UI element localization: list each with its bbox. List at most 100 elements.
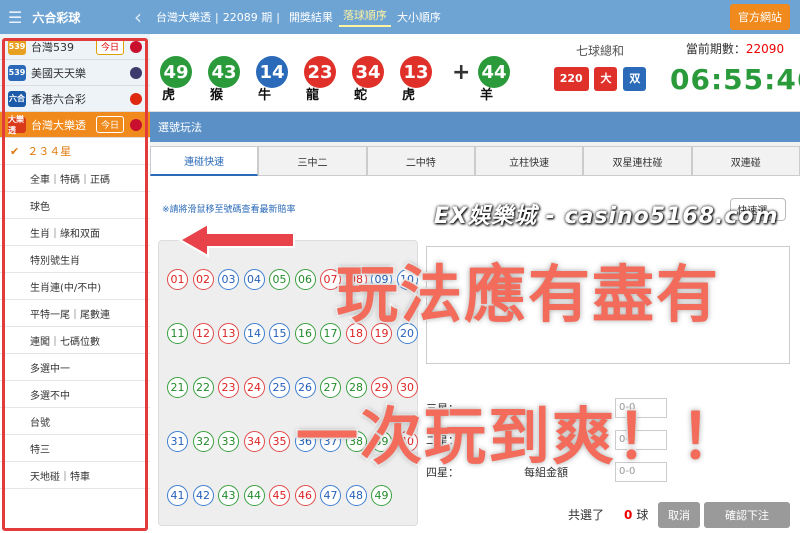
lottery-item[interactable]: 539 美國天天樂: [0, 60, 150, 86]
even-badge: 双: [623, 67, 647, 91]
tab-draw-results[interactable]: 開獎結果: [285, 9, 337, 25]
draw-results: 49 虎 43 猴 14 牛 23 龍 34 蛇 13 虎 44 羊 + 七球總和 220 大 双 當前期…: [150, 34, 800, 112]
sub-item[interactable]: 全車｜特碼｜正碼: [0, 165, 150, 192]
play-tab[interactable]: 双星連柱碰: [583, 146, 692, 176]
menu-icon[interactable]: ☰: [8, 8, 22, 27]
play-tabs: 連碰快速 三中二 二中特 立柱快速 双星連柱碰 双連碰: [150, 146, 800, 176]
countdown-clock: 06:55:46: [670, 63, 800, 96]
flag-icon: [130, 40, 142, 53]
play-mode-label: 選號玩法: [158, 121, 202, 134]
today-badge: 今日: [95, 38, 124, 55]
lottery-logo-icon: 大樂透: [8, 114, 26, 135]
number-ball[interactable]: 04: [243, 269, 265, 290]
lottery-item[interactable]: 539 台灣539 今日: [0, 34, 150, 60]
confirm-bet-button[interactable]: 確認下注: [704, 502, 790, 528]
tab-size-order[interactable]: 大小順序: [393, 9, 445, 25]
sub-item[interactable]: 平特一尾｜尾數連: [0, 300, 150, 327]
number-ball[interactable]: 13: [218, 323, 239, 344]
number-ball[interactable]: 02: [192, 269, 214, 290]
period-label: 22089 期: [222, 11, 273, 24]
number-ball[interactable]: 41: [167, 485, 188, 506]
sidebar: ☰ 六合彩球 ‹ 539 台灣539 今日 539 美國天天樂 六合 香港六合彩 大樂透 台灣大…: [0, 0, 150, 533]
zodiac-label: 虎: [162, 88, 176, 103]
play-tab[interactable]: 二中特: [366, 146, 475, 176]
period-text: 當前期數：22090: [685, 42, 785, 56]
cancel-button[interactable]: 取消: [658, 502, 700, 528]
number-ball[interactable]: 35: [269, 431, 290, 452]
play-tab[interactable]: 連碰快速: [150, 146, 259, 176]
number-ball[interactable]: 22: [192, 377, 214, 398]
lottery-item[interactable]: 大樂透 台灣大樂透 今日: [0, 112, 150, 138]
sub-item[interactable]: 生肖連(中/不中): [0, 273, 150, 300]
zodiac-label: 羊: [480, 88, 494, 103]
number-ball[interactable]: 11: [167, 323, 188, 344]
number-ball[interactable]: 25: [269, 377, 290, 398]
lottery-name: 台灣大樂透: [156, 11, 211, 24]
slogan-secondary: 一次玩到爽！！: [294, 399, 745, 475]
lottery-name: 美國天天樂: [31, 66, 86, 80]
number-ball[interactable]: 45: [269, 485, 290, 506]
tab-divider: |: [276, 10, 280, 24]
lottery-logo-icon: 539: [8, 64, 26, 81]
number-ball[interactable]: 44: [243, 485, 265, 506]
sub-list: 全車｜特碼｜正碼 球色 生肖｜綠和双面 特別號生肖 生肖連(中/不中) 平特一尾｜尾數連連…: [0, 165, 150, 489]
number-ball[interactable]: 01: [167, 269, 188, 290]
total-count: 0: [624, 508, 633, 522]
arrow-left-icon: [178, 222, 295, 258]
number-ball[interactable]: 32: [192, 431, 214, 452]
number-ball[interactable]: 33: [218, 431, 239, 452]
number-ball[interactable]: 12: [192, 323, 214, 344]
flag-icon: [130, 92, 142, 105]
sub-item[interactable]: 天地碰｜特車: [0, 462, 150, 489]
number-ball[interactable]: 15: [269, 323, 290, 344]
sum-label: 七球總和: [575, 44, 624, 58]
lottery-logo-icon: 六合: [8, 90, 26, 107]
number-ball[interactable]: 46: [294, 485, 316, 506]
number-ball[interactable]: 42: [192, 485, 214, 506]
sub-item[interactable]: 生肖｜綠和双面: [0, 219, 150, 246]
today-badge: 今日: [95, 116, 124, 133]
number-ball[interactable]: 03: [218, 269, 239, 290]
play-tab[interactable]: 立柱快速: [474, 146, 584, 176]
sub-item[interactable]: 特三: [0, 435, 150, 462]
top-bar: 台灣大樂透 | 22089 期 | 開獎結果 落球順序 大小順序 官方網站: [150, 0, 800, 34]
collapse-chevron-icon[interactable]: ‹: [134, 5, 142, 29]
sub-item-label: ２３４星: [27, 145, 72, 158]
number-ball[interactable]: 43: [218, 485, 239, 506]
zodiac-label: 蛇: [354, 88, 368, 103]
number-ball[interactable]: 47: [320, 485, 341, 506]
number-ball[interactable]: 06: [294, 269, 316, 290]
sub-item[interactable]: 多選中一: [0, 354, 150, 381]
tab-drop-order[interactable]: 落球順序: [338, 7, 391, 27]
zodiac-label: 牛: [258, 88, 272, 103]
sub-item[interactable]: 連闖｜七碼位數: [0, 327, 150, 354]
number-ball[interactable]: 24: [243, 377, 265, 398]
sub-item-selected[interactable]: ✔ ２３４星: [0, 138, 150, 165]
play-tab[interactable]: 双連碰: [691, 146, 800, 176]
number-ball[interactable]: 05: [269, 269, 290, 290]
play-tab[interactable]: 三中二: [258, 146, 367, 176]
sub-item[interactable]: 多選不中: [0, 381, 150, 408]
current-period: 當前期數：22090 06:55:46: [670, 40, 800, 96]
flag-icon: [130, 66, 142, 79]
lottery-name: 香港六合彩: [31, 92, 86, 106]
number-ball[interactable]: 14: [243, 323, 265, 344]
zodiac-label: 虎: [402, 88, 416, 103]
lottery-item[interactable]: 六合 香港六合彩: [0, 86, 150, 112]
number-ball[interactable]: 23: [218, 377, 239, 398]
check-icon: ✔: [10, 144, 20, 158]
number-ball[interactable]: 48: [345, 485, 367, 506]
number-ball[interactable]: 21: [167, 377, 188, 398]
lottery-name: 台灣539: [31, 40, 74, 54]
number-ball[interactable]: 16: [294, 323, 316, 344]
number-ball[interactable]: 34: [243, 431, 265, 452]
sub-item[interactable]: 球色: [0, 192, 150, 219]
official-site-button[interactable]: 官方網站: [730, 4, 790, 30]
number-ball[interactable]: 31: [167, 431, 188, 452]
sub-item[interactable]: 特別號生肖: [0, 246, 150, 273]
flag-icon: [130, 118, 142, 131]
sidebar-title: 六合彩球: [32, 10, 81, 25]
sub-item[interactable]: 台號: [0, 408, 150, 435]
lottery-name: 台灣大樂透: [31, 118, 86, 132]
number-ball[interactable]: 49: [371, 485, 392, 506]
